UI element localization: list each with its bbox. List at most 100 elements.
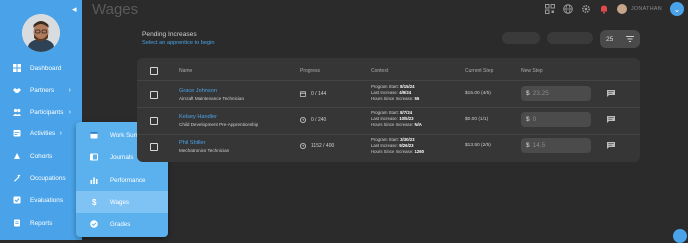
progress-value: 0 / 144 (311, 91, 327, 97)
notification-bell-icon[interactable] (599, 4, 609, 14)
chevron-right-icon: › (59, 129, 62, 137)
context-cell: Program Start: 8/15/24 Last Increase: 4/… (371, 84, 419, 103)
apprentice-name-link[interactable]: Grace Johnson (179, 88, 217, 94)
sidebar-item-reports[interactable]: Reports (0, 214, 82, 232)
context-label: Hours Since Increase: (371, 149, 414, 155)
row-divider (137, 134, 640, 135)
current-step: $15.00 (4/5) (465, 91, 491, 96)
wrench-icon (14, 174, 21, 182)
context-label: Hours Since Increase: (371, 96, 414, 102)
user-name[interactable]: JONATHAN (631, 6, 662, 12)
dollar-icon: $ (526, 116, 530, 123)
help-button[interactable] (673, 229, 687, 243)
context-value: 10/5/23 (399, 116, 414, 122)
context-cell: Program Start: 8/7/24 Last Increase: 10/… (371, 110, 422, 129)
apprentice-role: Aircraft Maintenance Technician (179, 96, 245, 101)
handshake-icon (13, 88, 21, 93)
sidebar-item-partners[interactable]: Partners › (0, 81, 82, 99)
progress-cell: 0 / 240 (300, 117, 326, 123)
column-header-new-step: New Step (521, 68, 543, 74)
filter-icon (626, 36, 634, 42)
new-step-input[interactable]: $ 14.5 (521, 138, 591, 153)
clock-icon (300, 143, 306, 149)
filter-chip[interactable] (502, 32, 540, 44)
sidebar-item-activities[interactable]: Activities › (0, 124, 82, 142)
sidebar-item-label: Evaluations (30, 196, 64, 204)
chevron-right-icon: › (68, 108, 71, 116)
context-label: Last Increase: (371, 90, 398, 96)
new-step-placeholder: 14.5 (532, 142, 546, 149)
row-checkbox[interactable] (150, 117, 158, 125)
chevron-down-icon: ⌄ (673, 4, 681, 14)
page-title: Wages (92, 1, 139, 18)
sidebar-item-evaluations[interactable]: Evaluations (0, 191, 82, 209)
main-content: Wages JONATHAN ⌄ Pending Increases Selec… (82, 0, 688, 243)
pending-subtitle[interactable]: Select an apprentice to begin (142, 40, 214, 46)
context-label: Last Increase: (371, 116, 398, 122)
column-header-name: Name (179, 68, 193, 74)
pending-title: Pending Increases (142, 31, 197, 38)
apprentice-name-link[interactable]: Phil Shiller (179, 140, 205, 146)
people-icon (13, 108, 21, 116)
context-label: Program Start: (371, 84, 399, 89)
sidebar: ◂ Dashboard Partners › Participants › Ac… (0, 0, 82, 240)
comment-icon[interactable] (607, 90, 615, 97)
chevron-right-icon: › (68, 86, 71, 94)
qr-code-icon[interactable] (544, 4, 555, 14)
apprentice-name-link[interactable]: Kelsey Handler (179, 114, 217, 120)
new-step-placeholder: 0 (532, 116, 537, 123)
filter-chip[interactable] (547, 32, 593, 44)
context-label: Last Increase: (371, 143, 398, 149)
clock-icon (300, 117, 306, 123)
row-checkbox[interactable] (150, 91, 158, 99)
apprentice-role: Child Development Pre-Apprenticeship (179, 122, 259, 127)
top-bar: JONATHAN ⌄ (544, 2, 684, 16)
globe-icon[interactable] (563, 4, 573, 14)
user-menu-button[interactable]: ⌄ (670, 2, 684, 16)
gear-icon[interactable] (581, 4, 591, 14)
sidebar-item-label: Cohorts (30, 152, 53, 160)
new-step-input[interactable]: $ 23.25 (521, 86, 591, 101)
context-label: Program Start: (371, 137, 399, 142)
progress-cell: 1152 / 400 (300, 143, 334, 149)
comment-icon[interactable] (607, 116, 615, 123)
row-divider (137, 80, 640, 81)
activities-icon (13, 130, 21, 137)
sidebar-item-participants[interactable]: Participants › (0, 103, 82, 121)
sidebar-item-cohorts[interactable]: Cohorts (0, 147, 82, 165)
hours-icon (300, 91, 306, 97)
sidebar-item-dashboard[interactable]: Dashboard (0, 59, 82, 77)
sidebar-item-label: Reports (30, 219, 53, 227)
select-all-checkbox[interactable] (150, 67, 158, 75)
avatar[interactable] (22, 14, 60, 52)
user-avatar[interactable] (616, 4, 627, 14)
context-value: 1260 (414, 149, 425, 155)
apprentice-role: Mechatronics Technician (179, 148, 230, 153)
per-page-select[interactable]: 25 (600, 30, 640, 48)
dashboard-icon (13, 64, 21, 72)
current-step: $13.50 (2/5) (465, 143, 491, 148)
cohorts-icon (14, 153, 20, 159)
sidebar-item-label: Dashboard (30, 64, 62, 72)
context-label: Program Start: (371, 110, 399, 115)
current-step: $0.00 (1/1) (465, 117, 489, 122)
evaluations-icon (13, 196, 21, 204)
column-header-context: Context (371, 68, 389, 74)
new-step-placeholder: 23.25 (532, 90, 549, 97)
column-header-current-step: Current Step (465, 68, 494, 74)
context-value: 3/30/23 (400, 137, 415, 142)
per-page-value: 25 (606, 35, 614, 43)
progress-value: 1152 / 400 (311, 143, 335, 149)
column-header-progress: Progress (300, 68, 321, 74)
row-checkbox[interactable] (150, 143, 158, 151)
progress-value: 0 / 240 (311, 117, 327, 123)
new-step-input[interactable]: $ 0 (521, 112, 591, 127)
dollar-icon: $ (526, 90, 530, 97)
sidebar-item-label: Activities (30, 129, 56, 137)
sidebar-item-occupations[interactable]: Occupations (0, 169, 82, 187)
collapse-sidebar-icon[interactable]: ◂ (72, 4, 77, 15)
comment-icon[interactable] (607, 142, 615, 149)
progress-cell: 0 / 144 (300, 91, 326, 97)
row-divider (137, 107, 640, 108)
context-label: Hours Since Increase: (371, 122, 414, 128)
